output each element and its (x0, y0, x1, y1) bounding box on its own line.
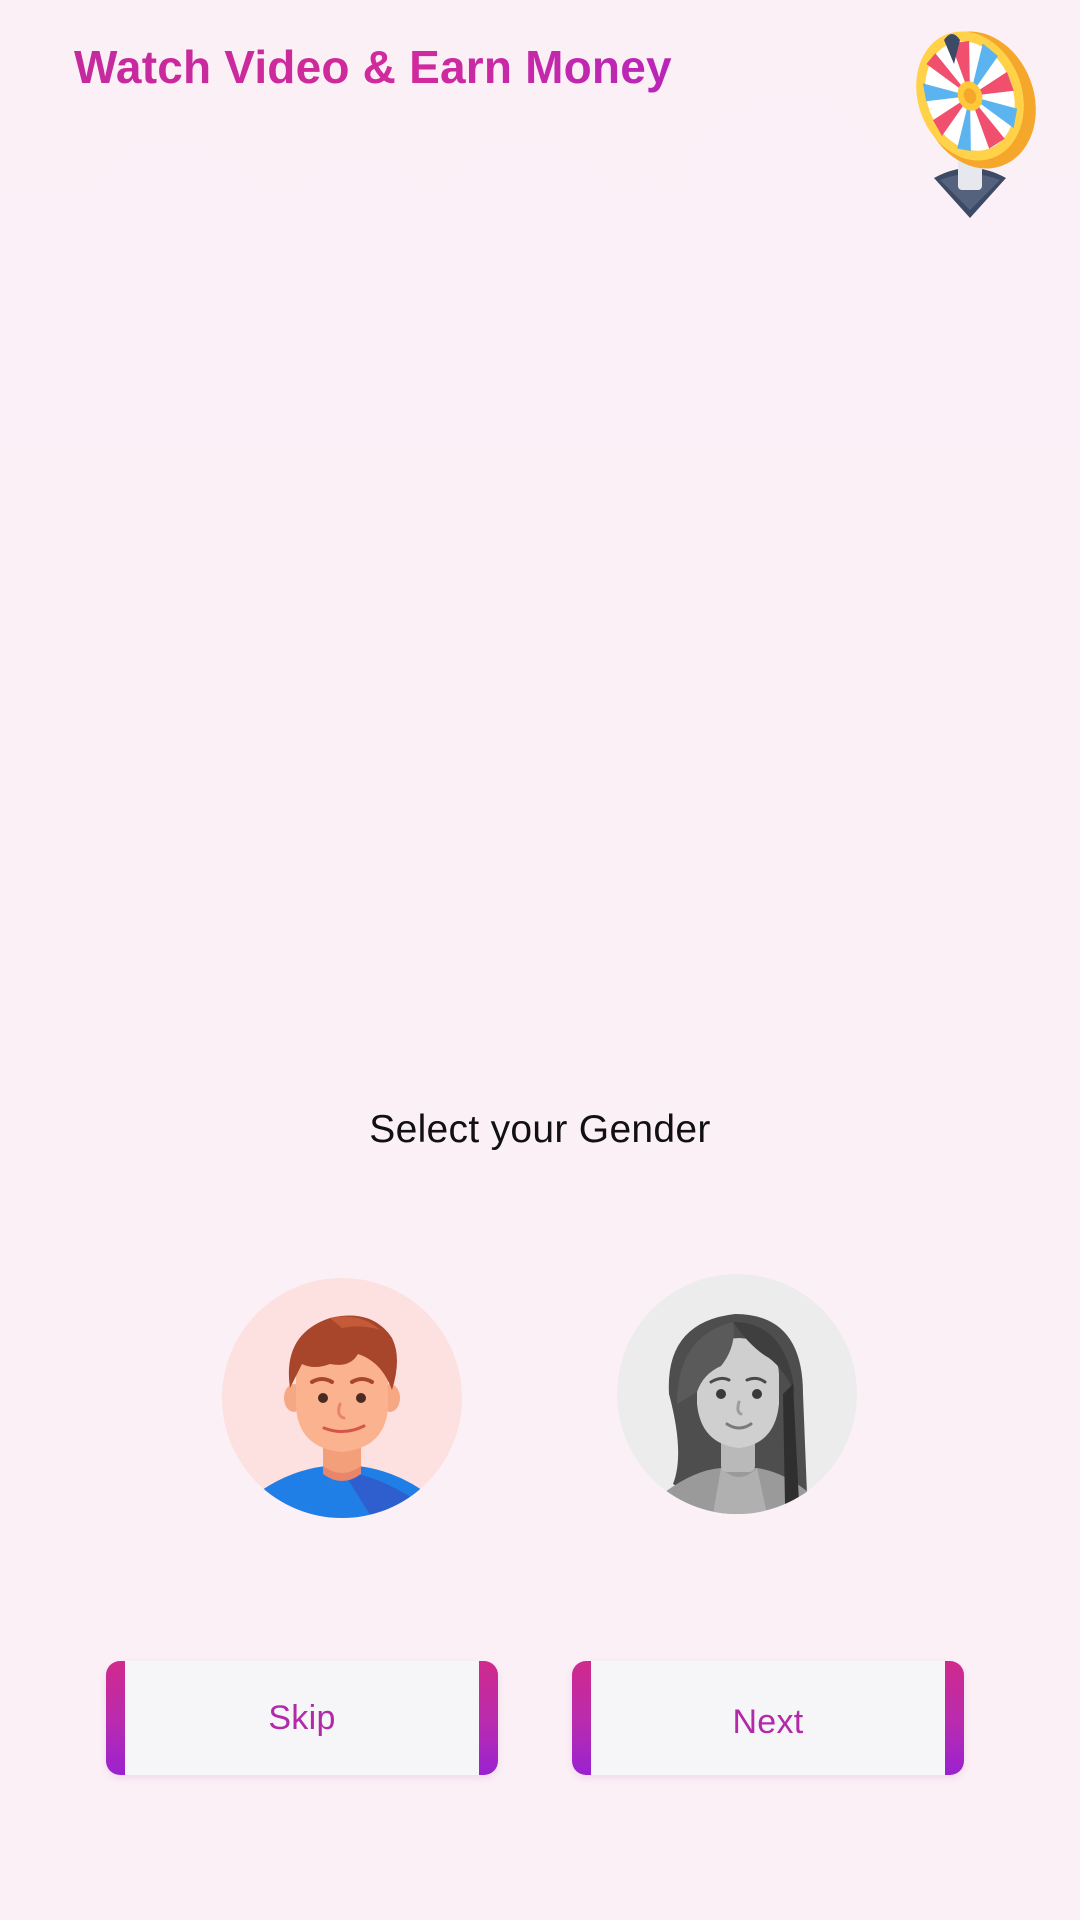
next-button[interactable]: Next (572, 1661, 964, 1775)
next-button-label: Next (732, 1703, 804, 1741)
skip-button-label: Skip (268, 1699, 336, 1737)
app-title: Watch Video & Earn Money (74, 41, 672, 93)
female-option[interactable] (617, 1274, 857, 1514)
skip-button[interactable]: Skip (106, 1661, 498, 1775)
female-avatar-icon (665, 1314, 813, 1514)
male-avatar-icon (262, 1315, 422, 1518)
male-option[interactable] (222, 1278, 462, 1518)
select-gender-title: Select your Gender (369, 1108, 711, 1151)
spin-wheel-icon[interactable] (900, 18, 1040, 223)
gender-select-screen: Watch Video & Earn Money Select your Gen… (0, 0, 1080, 1920)
